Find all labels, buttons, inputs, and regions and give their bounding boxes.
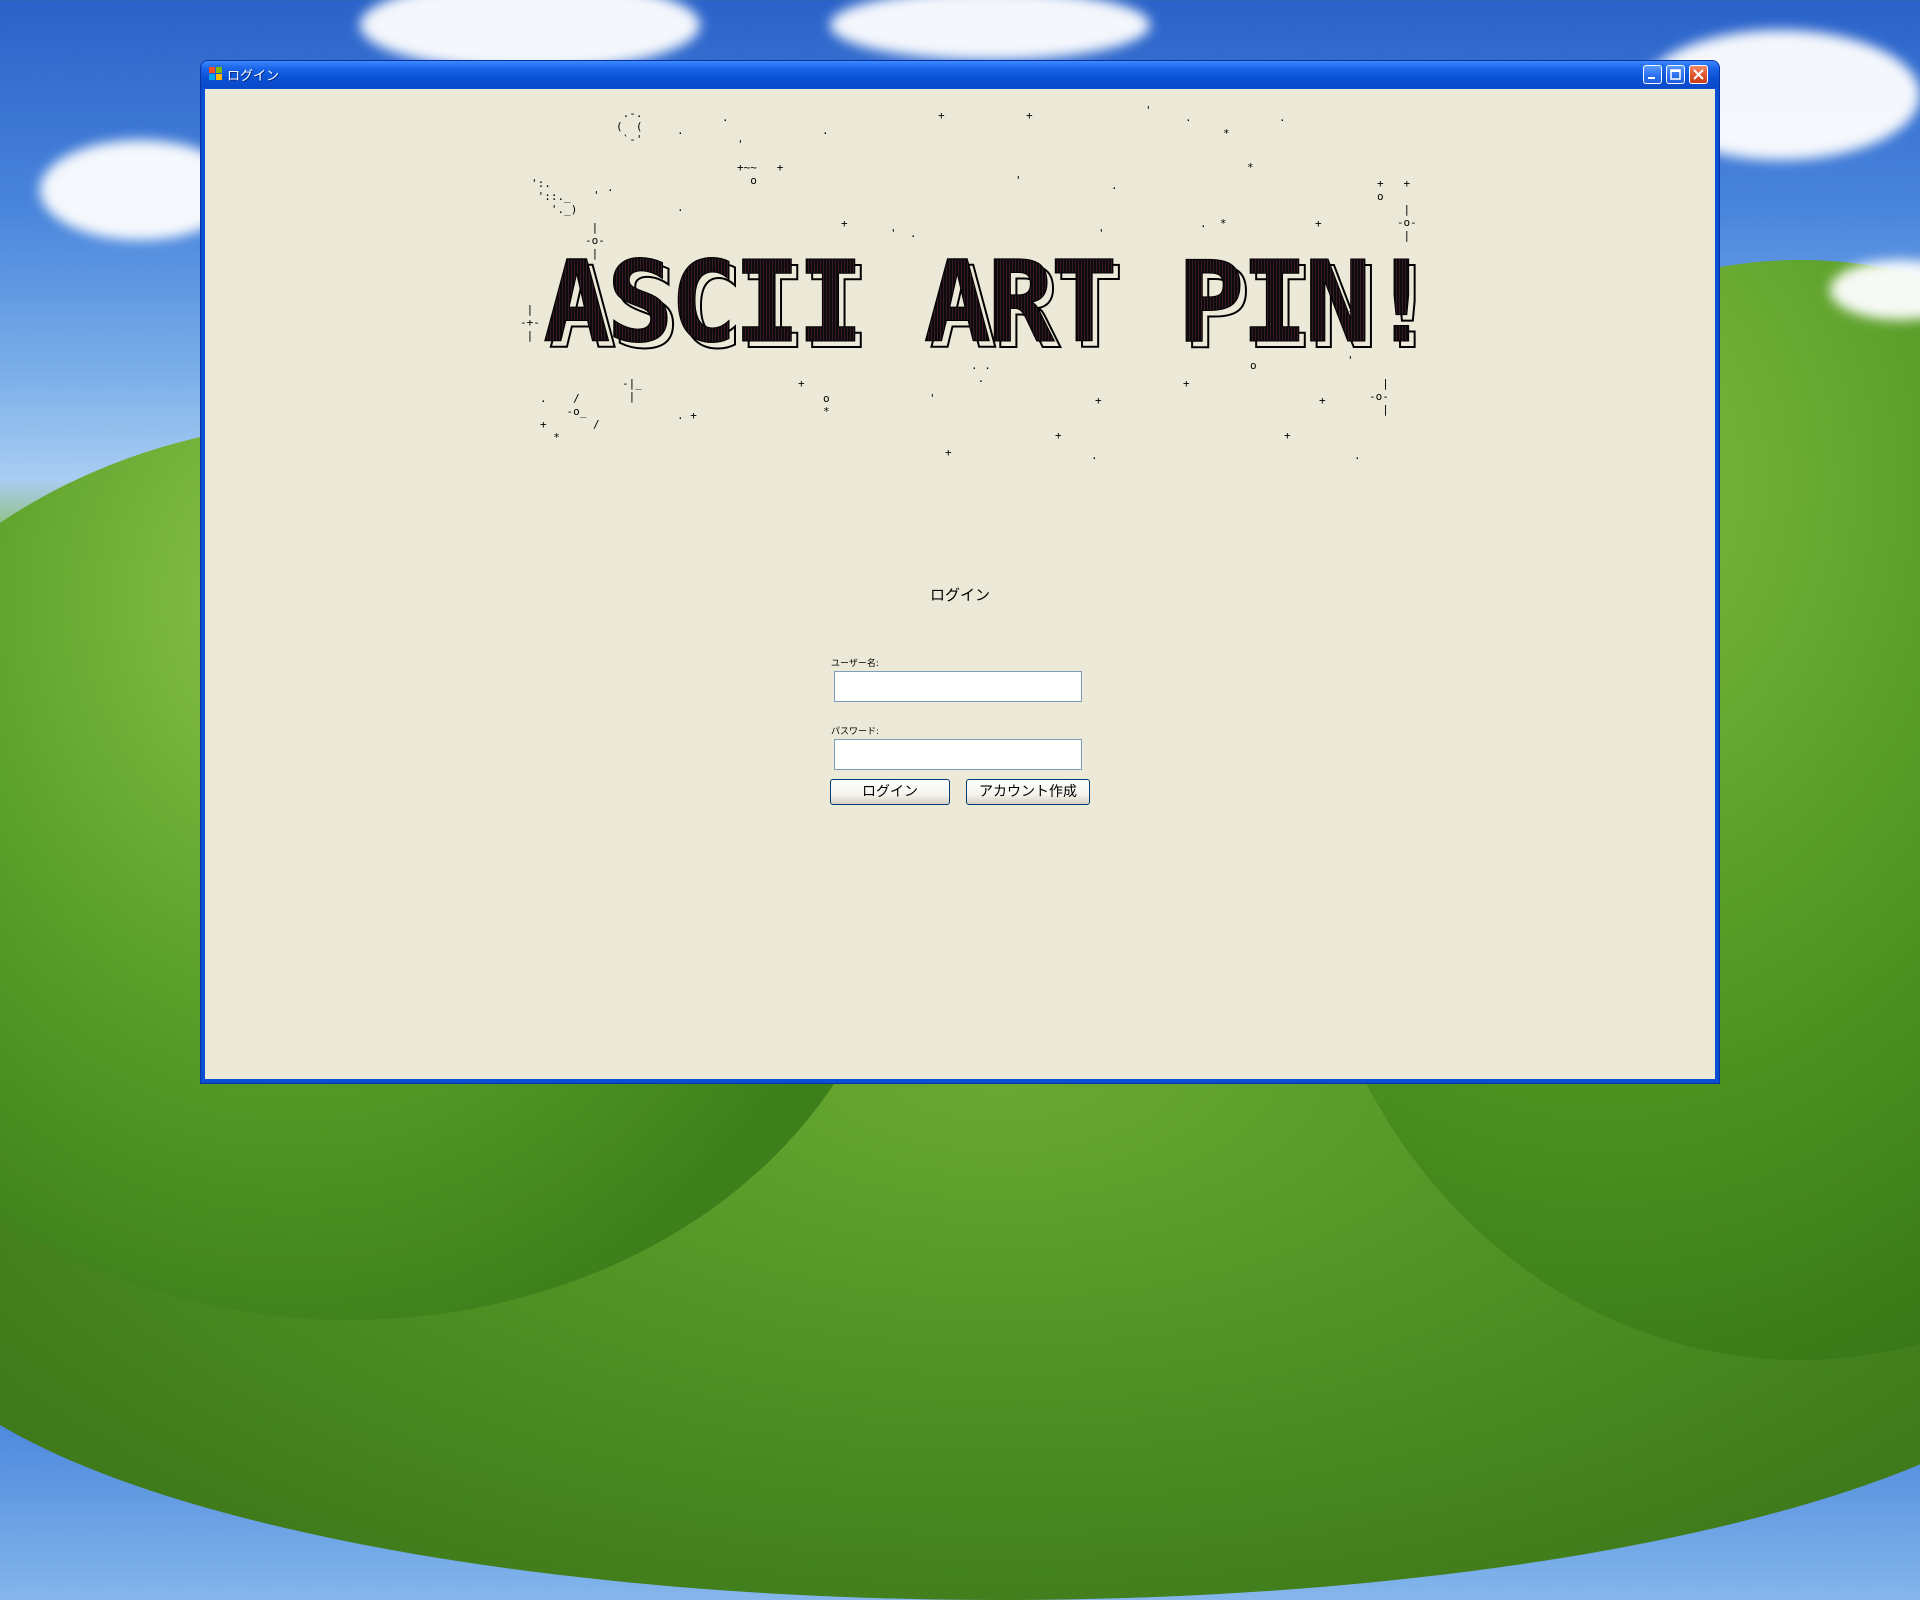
minimize-button[interactable] [1643,65,1662,84]
minimize-icon [1648,77,1655,79]
close-button[interactable] [1689,65,1708,84]
password-input[interactable] [834,739,1082,770]
login-button[interactable]: ログイン [830,779,950,805]
password-label: パスワード: [831,727,880,737]
windows-flag-icon [209,67,223,81]
title-text: ASCII ART PIN! [543,239,1431,359]
close-icon [1693,69,1704,80]
ascii-art-pin-title: ASCII ART PIN! ASCII ART PIN! [542,239,1442,359]
window-title: ログイン [227,69,280,84]
title-bar[interactable]: ログイン [201,61,1719,88]
login-heading: ログイン [929,586,990,604]
maximize-icon [1670,69,1681,80]
username-input[interactable] [834,671,1082,702]
login-window: ログイン .-. ( ( `-' . . . ' +~~ + o ':. '::… [201,61,1719,1083]
maximize-button[interactable] [1666,65,1685,84]
window-client-area: .-. ( ( `-' . . . ' +~~ + o ':. '::._ '.… [205,89,1715,1079]
username-label: ユーザー名: [831,659,879,669]
create-account-button[interactable]: アカウント作成 [966,779,1090,805]
